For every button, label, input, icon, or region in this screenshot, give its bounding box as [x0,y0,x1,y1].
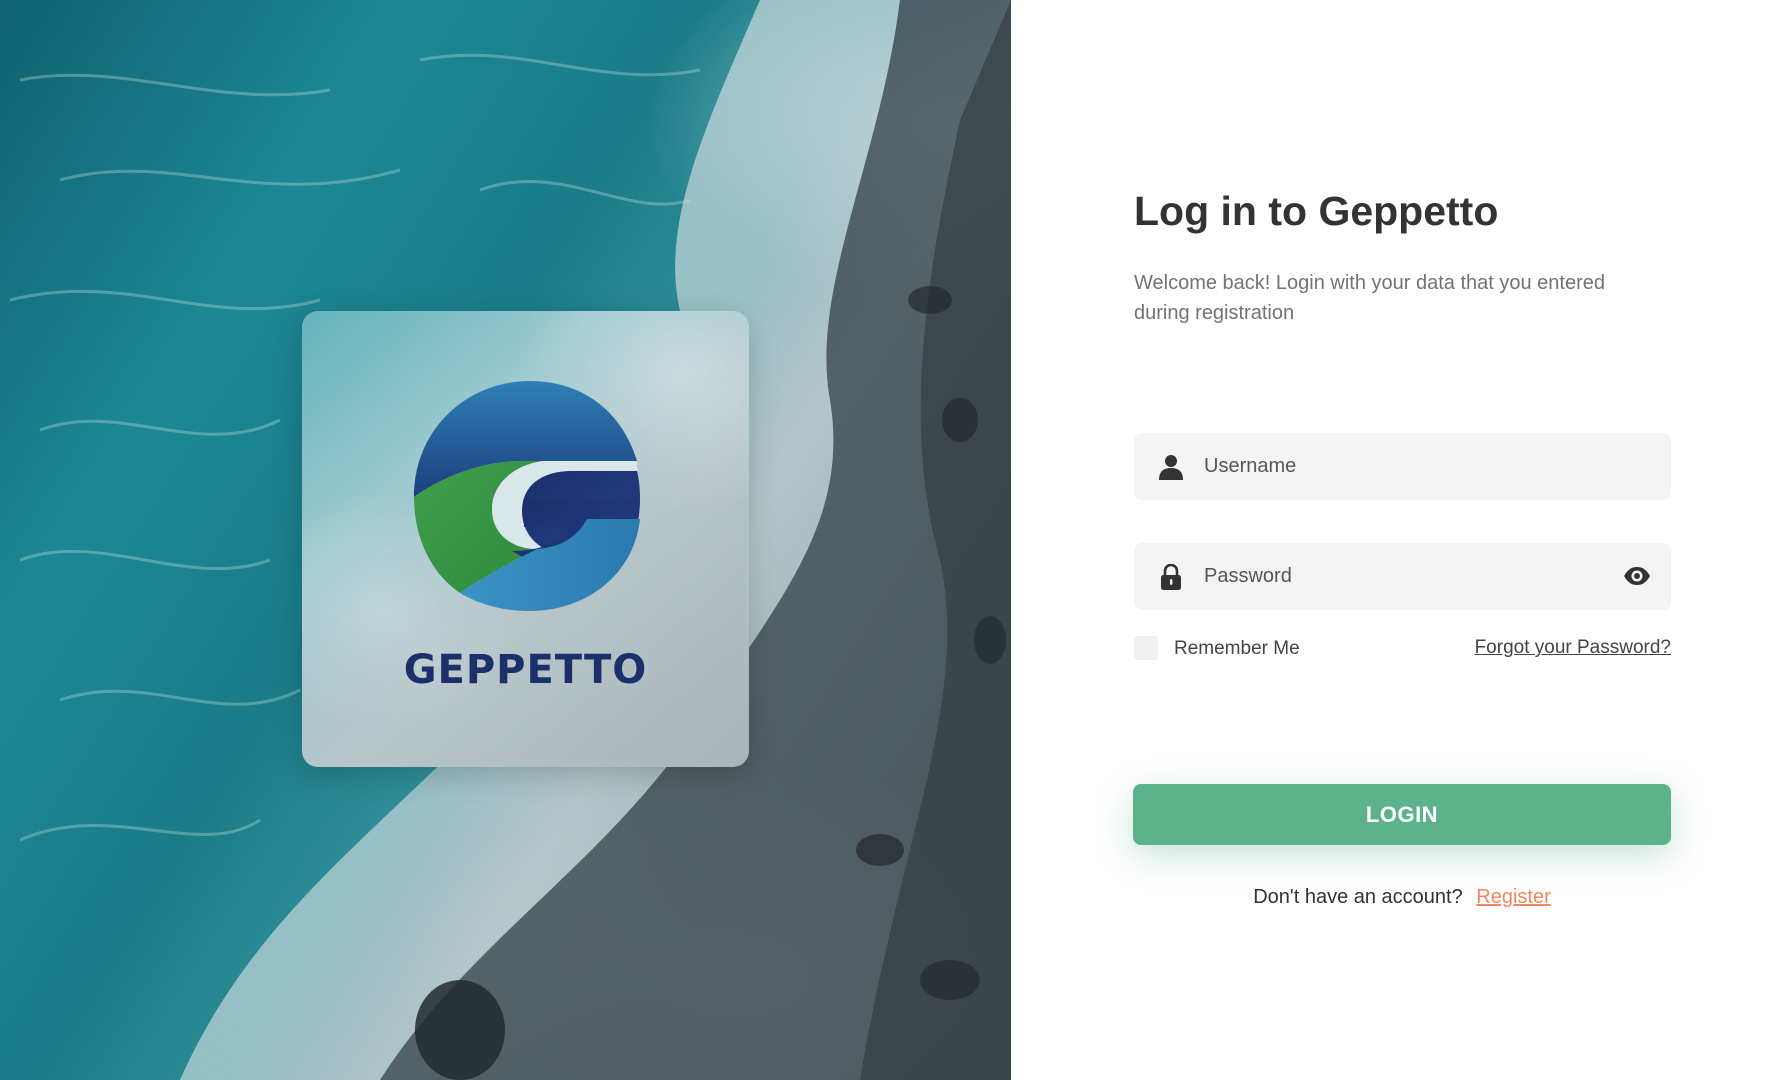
logo-card: GEPPETTO [302,311,749,767]
forgot-password-link[interactable]: Forgot your Password? [1475,637,1671,659]
username-input[interactable] [1204,433,1604,500]
logo-wordmark: GEPPETTO [403,647,648,693]
register-link[interactable]: Register [1476,886,1550,908]
user-icon [1159,455,1183,480]
remember-me-checkbox[interactable] [1134,636,1158,660]
remember-me-label: Remember Me [1174,638,1300,659]
hero-panel: GEPPETTO [0,0,1011,1080]
eye-icon[interactable] [1623,565,1651,587]
geppetto-logo-icon [414,381,640,611]
login-panel: Log in to Geppetto Welcome back! Login w… [1011,0,1788,1080]
username-field[interactable] [1134,433,1671,500]
password-input[interactable] [1204,543,1604,610]
register-prompt: Don't have an account? Register [1133,886,1671,909]
page-title: Log in to Geppetto [1134,188,1499,234]
lock-icon [1161,564,1181,590]
login-button[interactable]: LOGIN [1133,784,1671,845]
no-account-text: Don't have an account? [1253,886,1463,908]
welcome-subtitle: Welcome back! Login with your data that … [1134,272,1606,324]
password-field[interactable] [1134,543,1671,610]
